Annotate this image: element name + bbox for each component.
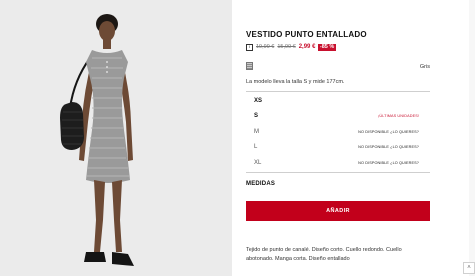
size-option-m[interactable]: M NO DISPONIBLE ¿LO QUIERES? [246, 124, 430, 140]
color-swatch-icon[interactable] [246, 62, 253, 70]
size-option-l[interactable]: L NO DISPONIBLE ¿LO QUIERES? [246, 140, 430, 156]
size-status-notify[interactable]: NO DISPONIBLE ¿LO QUIERES? [358, 130, 419, 134]
size-label: XS [254, 97, 263, 104]
size-option-xs[interactable]: XS [246, 93, 430, 109]
scrollbar[interactable] [469, 0, 475, 276]
size-status-notify[interactable]: NO DISPONIBLE ¿LO QUIERES? [358, 145, 419, 149]
product-photo[interactable] [0, 0, 232, 276]
size-status-low-stock: ¡ÚLTIMAS UNIDADES! [378, 114, 419, 119]
info-icon[interactable]: i [246, 43, 253, 51]
measurements-link[interactable]: MEDIDAS [246, 181, 275, 187]
color-selector: Gris [246, 62, 430, 72]
price-original: 19,99 € [256, 44, 275, 50]
size-label: L [254, 144, 258, 151]
size-option-xl[interactable]: XL NO DISPONIBLE ¿LO QUIERES? [246, 155, 430, 171]
size-label: S [254, 113, 259, 120]
size-list: XS S ¡ÚLTIMAS UNIDADES! M NO DISPONIBLE … [246, 93, 430, 171]
price-previous: 15,99 € [277, 44, 296, 50]
divider [246, 91, 430, 92]
product-title: VESTIDO PUNTO ENTALLADO [246, 30, 367, 39]
price-row: i 19,99 € 15,99 € 2,99 € -85 % [246, 42, 336, 52]
divider [246, 172, 430, 173]
product-details: VESTIDO PUNTO ENTALLADO i 19,99 € 15,99 … [246, 0, 430, 276]
size-label: M [254, 128, 259, 135]
color-name: Gris [419, 64, 430, 70]
price-current: 2,99 € [298, 44, 316, 50]
product-description: Tejido de punto de canalé. Diseño corto.… [246, 247, 402, 262]
size-label: XL [254, 159, 262, 166]
add-to-cart-button[interactable]: AÑADIR [246, 201, 430, 221]
model-size-note: La modelo lleva la talla S y mide 177cm. [246, 79, 345, 85]
chevron-up-icon[interactable]: ˄ [463, 262, 475, 274]
discount-badge: -85 % [318, 43, 336, 51]
model-illustration [0, 0, 232, 276]
size-option-s[interactable]: S ¡ÚLTIMAS UNIDADES! [246, 109, 430, 125]
size-status-notify[interactable]: NO DISPONIBLE ¿LO QUIERES? [358, 161, 419, 165]
